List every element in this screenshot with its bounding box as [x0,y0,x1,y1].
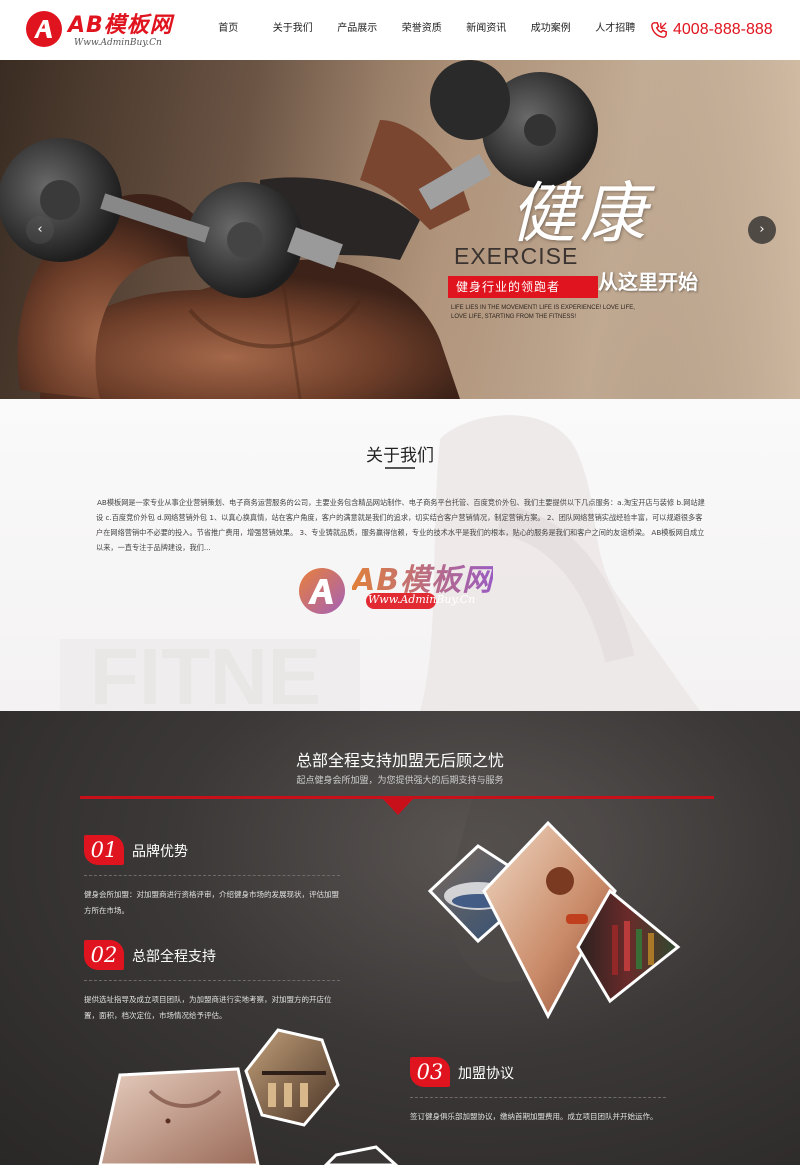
logo-a-icon [26,11,62,47]
watermark-subtitle: Www.AdminBuy.Cn [368,593,476,606]
svg-text:FITNE: FITNE [90,632,321,711]
phone-number[interactable]: 4008-888-888 [673,21,773,39]
feature-number-badge: 02 [84,940,124,970]
feature-item: 03 加盟协议 签订健身俱乐部加盟协议，缴纳首期加盟费用。成立项目团队并开始运作… [410,1057,670,1141]
about-description: AB模板网是一家专业从事企业营销策划、电子商务运营服务的公司，主要业务包含精品网… [96,498,705,552]
feature-description: 健身会所加盟：对加盟商进行资格评审，介绍健身市场的发展现状，评估加盟方所在市场。 [84,890,339,915]
feature-title: 总部全程支持 [132,949,216,965]
nav-news[interactable]: 新闻资讯 [454,0,519,60]
franchise-title: 总部全程支持加盟无后顾之忧 [295,751,504,770]
feature-divider [84,980,340,981]
banner-next-button[interactable]: › [748,216,776,244]
feature-number-badge: 03 [410,1057,450,1087]
franchise-divider-arrow [383,799,413,815]
banner-prev-button[interactable]: ‹ [26,216,54,244]
franchise-subtitle: 起点健身会所加盟，为您提供强大的后期支持与服务 [296,776,504,786]
nav-products[interactable]: 产品展示 [325,0,390,60]
feature-title: 加盟协议 [458,1066,514,1082]
watermark-a-icon [299,568,345,614]
banner-slogan: LIFE LIES IN THE MOVEMENT! LIFE IS EXPER… [451,305,635,320]
nav-home[interactable]: 首页 [196,0,261,60]
feature-divider [410,1097,666,1098]
site-logo[interactable]: AB模板网 Www.AdminBuy.Cn [26,9,186,51]
feature-number-badge: 01 [84,835,124,865]
site-header: AB模板网 Www.AdminBuy.Cn 首页 关于我们 产品展示 荣誉资质 … [0,0,800,60]
banner-exercise: EXERCISE [454,243,579,269]
hotline: 4008-888-888 [650,18,773,42]
about-section: FITNE 关于我们 AB模板网是一家专业从事企业营销策划、电子商务运营服务的公… [0,399,800,711]
nav-cases[interactable]: 成功案例 [519,0,584,60]
about-title-underline [385,467,415,469]
feature-divider [84,875,340,876]
banner-leader-tag: 健身行业的领跑者 [448,276,598,298]
nav-honors[interactable]: 荣誉资质 [390,0,455,60]
feature-title: 品牌优势 [132,844,188,860]
banner-photo [0,60,800,399]
main-nav: 首页 关于我们 产品展示 荣誉资质 新闻资讯 成功案例 人才招聘 [196,0,648,60]
feature-description: 提供选址指导及成立项目团队，为加盟商进行实地考察，对加盟方的开店位置，面积，档次… [84,995,332,1020]
feature-item: 01 品牌优势 健身会所加盟：对加盟商进行资格评审，介绍健身市场的发展现状，评估… [84,835,344,919]
feature-item: 02 总部全程支持 提供选址指导及成立项目团队，为加盟商进行实地考察，对加盟方的… [84,940,344,1024]
banner-headline: 健康 [510,175,650,252]
nav-about[interactable]: 关于我们 [261,0,326,60]
logo-text: AB模板网 [68,13,173,38]
feature-description: 签订健身俱乐部加盟协议，缴纳首期加盟费用。成立项目团队并开始运作。 [410,1112,658,1121]
logo-subtitle: Www.AdminBuy.Cn [74,38,162,48]
banner-start-text: 从这里开始 [598,270,698,294]
franchise-section: 总部全程支持加盟无后顾之忧 起点健身会所加盟，为您提供强大的后期支持与服务 01… [0,711,800,1165]
watermark-logo: AB模板网 Www.AdminBuy.Cn [298,547,518,619]
about-title: 关于我们 [366,446,434,466]
hero-banner[interactable]: ‹ › 健康 EXERCISE 从这里开始 健身行业的领跑者 LIFE LIES… [0,60,800,399]
phone-icon [651,22,667,38]
nav-jobs[interactable]: 人才招聘 [583,0,648,60]
